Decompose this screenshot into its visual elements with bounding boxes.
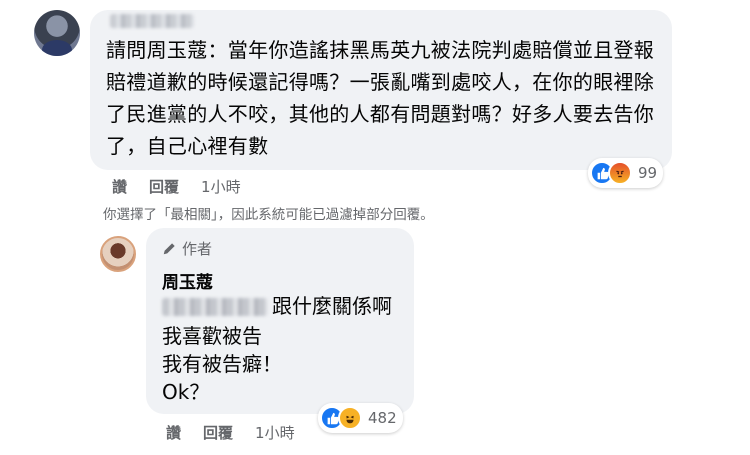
author-badge-label: 作者: [182, 240, 213, 258]
reaction-count: 482: [368, 409, 397, 427]
reply-line-4: Ok？: [162, 380, 210, 404]
reply-button[interactable]: 回覆: [203, 422, 233, 443]
angry-icon: [608, 161, 632, 185]
filter-notice: 你選擇了「最相關」，因此系統可能已過濾掉部分回覆。: [103, 207, 434, 223]
timestamp[interactable]: 1小時: [255, 422, 295, 443]
commenter-avatar[interactable]: [34, 10, 80, 56]
reply-line-2: 我喜歡被告: [162, 324, 262, 348]
author-avatar[interactable]: [100, 236, 136, 272]
reply-author-name[interactable]: 周玉蔻: [162, 268, 213, 293]
reply-actions: 讚 回覆 1小時: [166, 422, 295, 443]
reply-line-1: 跟什麼關係啊: [162, 292, 392, 320]
like-button[interactable]: 讚: [166, 422, 181, 443]
author-badge: 作者: [162, 238, 212, 259]
reply-line-1-text: 跟什麼關係啊: [272, 294, 392, 318]
haha-icon: [338, 406, 362, 430]
reply-reactions[interactable]: 482: [318, 403, 403, 433]
comment-reactions[interactable]: 99: [588, 158, 664, 188]
blurred-text: [162, 298, 268, 316]
timestamp[interactable]: 1小時: [201, 176, 241, 197]
like-button[interactable]: 讚: [112, 176, 127, 197]
pen-icon: [162, 242, 176, 256]
reaction-count: 99: [638, 164, 658, 182]
commenter-name-blurred[interactable]: [110, 14, 194, 28]
reply-line-3: 我有被告癖！: [162, 352, 282, 376]
reply-button[interactable]: 回覆: [149, 176, 179, 197]
comment-actions: 讚 回覆 1小時: [112, 176, 241, 197]
comment-text: 請問周玉蔻：當年你造謠抹黑馬英九被法院判處賠償並且登報賠禮道歉的時候還記得嗎？一…: [106, 38, 655, 158]
